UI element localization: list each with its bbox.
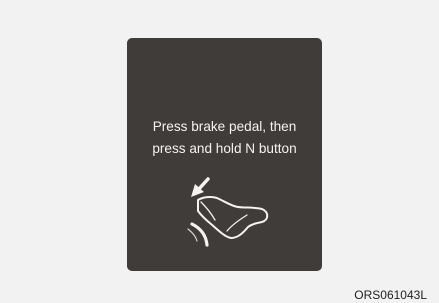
display-message-line-2: press and hold N button <box>152 141 297 156</box>
brake-pedal-icon <box>187 222 209 247</box>
brake-pedal-foot-press-icon <box>187 177 269 247</box>
display-message: Press brake pedal, then press and hold N… <box>127 116 322 160</box>
foot-icon <box>197 195 269 239</box>
manual-figure: Press brake pedal, then press and hold N… <box>0 0 439 303</box>
press-arrow-icon <box>191 177 210 197</box>
instrument-cluster-display: Press brake pedal, then press and hold N… <box>127 38 322 271</box>
figure-code: ORS061043L <box>354 288 427 302</box>
display-message-line-1: Press brake pedal, then <box>152 119 297 134</box>
